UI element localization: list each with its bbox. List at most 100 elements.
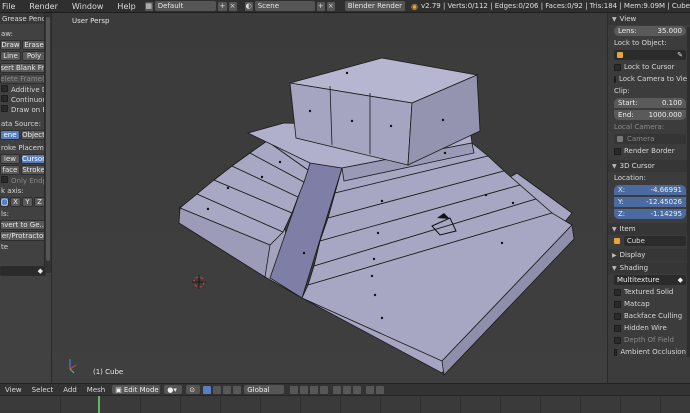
screen-layout-field[interactable]: Default: [154, 1, 217, 11]
opengl-anim-icon[interactable]: [376, 385, 385, 394]
depth-of-field-option[interactable]: Depth Of Field: [608, 334, 690, 346]
menu-select[interactable]: Select: [27, 386, 59, 394]
textured-solid-option[interactable]: Textured Solid: [608, 286, 690, 298]
cursor-x-field[interactable]: X: -4.66991: [614, 185, 686, 195]
placement-surface-button[interactable]: face: [0, 165, 20, 175]
clip-end-field[interactable]: End: 1000.000: [614, 110, 686, 120]
eyedropper-icon[interactable]: ✎: [677, 51, 683, 59]
shading-panel-header[interactable]: ▼ Shading: [608, 262, 690, 274]
convert-to-geometry-button[interactable]: nvert to Ge...: [0, 220, 46, 230]
proportional-edit-icon[interactable]: [333, 385, 342, 394]
rotate-manipulator-icon[interactable]: [223, 385, 232, 394]
hidden-wire-option[interactable]: Hidden Wire: [608, 322, 690, 334]
edge-select-icon[interactable]: [300, 385, 309, 394]
cursor-z-field[interactable]: Z: -1.14295: [614, 209, 686, 219]
lens-field[interactable]: Lens: 35.000: [614, 26, 686, 36]
add-screen-button[interactable]: +: [218, 1, 227, 11]
axis-y-button[interactable]: Y: [22, 197, 33, 207]
snap-toggle-icon[interactable]: [343, 385, 352, 394]
viewport-view-name: User Persp: [72, 17, 110, 25]
backface-culling-option[interactable]: Backface Culling: [608, 310, 690, 322]
continuous-checkbox[interactable]: [1, 95, 8, 102]
menu-view[interactable]: View: [0, 386, 27, 394]
line-button[interactable]: Line: [0, 51, 21, 61]
only-endpoints-checkbox[interactable]: [1, 176, 8, 183]
limit-selection-icon[interactable]: [320, 385, 329, 394]
properties-region: ▼ View Lens: 35.000 Lock to Object: ✎ Lock…: [607, 13, 690, 383]
menu-mesh[interactable]: Mesh: [82, 386, 110, 394]
cursor-y-field[interactable]: Y: -12.45026: [614, 197, 686, 207]
placement-cursor-button[interactable]: Cursor: [21, 154, 46, 164]
render-border-option[interactable]: Render Border: [608, 145, 690, 157]
ambient-occlusion-checkbox[interactable]: [614, 348, 618, 356]
ruler-protractor-button[interactable]: ler/Protractor: [0, 231, 46, 241]
lock-to-cursor-checkbox[interactable]: [614, 63, 621, 71]
insert-blank-frame-button[interactable]: nsert Blank Fr...: [0, 63, 46, 73]
scene-icon[interactable]: ◐: [244, 1, 253, 11]
scale-manipulator-icon[interactable]: [233, 385, 242, 394]
clip-start-field[interactable]: Start: 0.100: [614, 98, 686, 108]
manipulator-toggle-icon[interactable]: [203, 385, 212, 394]
ambient-occlusion-option[interactable]: Ambient Occlusion: [608, 346, 690, 358]
mode-dropdown[interactable]: ▣ Edit Mode: [112, 385, 161, 394]
add-scene-button[interactable]: +: [316, 1, 325, 11]
local-camera-field[interactable]: Camera: [614, 134, 686, 144]
translate-manipulator-icon[interactable]: [213, 385, 222, 394]
pivot-point-dropdown[interactable]: ⊙: [186, 385, 201, 394]
additive-checkbox[interactable]: [1, 85, 8, 92]
delete-frames-button[interactable]: Delete Frame(s): [0, 74, 46, 84]
lock-object-field[interactable]: ✎: [614, 50, 686, 60]
matcap-option[interactable]: Matcap: [608, 298, 690, 310]
render-border-checkbox[interactable]: [614, 147, 621, 155]
menu-file[interactable]: File: [0, 2, 22, 11]
opengl-render-icon[interactable]: [366, 385, 375, 394]
vertex-select-icon[interactable]: [290, 385, 299, 394]
matcap-checkbox[interactable]: [614, 300, 621, 308]
scene-stats: v2.79 | Verts:0/112 | Edges:0/206 | Face…: [421, 2, 690, 10]
draw-on-back-checkbox[interactable]: [1, 105, 8, 112]
menu-window[interactable]: Window: [65, 2, 111, 11]
textured-solid-checkbox[interactable]: [614, 288, 621, 296]
axis-none-button[interactable]: ◯: [0, 197, 9, 207]
object-icon: [617, 52, 623, 58]
poly-button[interactable]: Poly: [22, 51, 46, 61]
hidden-wire-checkbox[interactable]: [614, 324, 621, 332]
axis-x-button[interactable]: X: [10, 197, 21, 207]
3d-viewport[interactable]: User Persp (1) Cube: [52, 13, 607, 383]
item-name-field[interactable]: Cube: [623, 236, 686, 246]
delete-screen-button[interactable]: ×: [228, 1, 237, 11]
lock-camera-checkbox[interactable]: [614, 75, 616, 83]
draw-button[interactable]: Draw: [0, 40, 21, 50]
placement-view-button[interactable]: iew: [0, 154, 20, 164]
placement-stroke-button[interactable]: Stroke: [21, 165, 46, 175]
grease-pencil-title: Grease Pencil: [2, 14, 50, 23]
toolshelf-dropdown[interactable]: ◆: [0, 266, 46, 276]
source-object-button[interactable]: Object: [21, 130, 46, 140]
timeline[interactable]: [0, 395, 690, 413]
backface-culling-checkbox[interactable]: [614, 312, 621, 320]
screen-layout-icon[interactable]: ▦: [144, 1, 153, 11]
source-scene-button[interactable]: ene: [0, 130, 20, 140]
shading-mode-dropdown[interactable]: Multitexture ◆: [614, 275, 686, 285]
lock-to-cursor-option[interactable]: Lock to Cursor: [608, 61, 690, 73]
menu-add[interactable]: Add: [58, 386, 82, 394]
display-panel-header[interactable]: ▶ Display: [608, 249, 690, 261]
snap-element-icon[interactable]: [353, 385, 362, 394]
menu-help[interactable]: Help: [110, 2, 142, 11]
transform-orientation-dropdown[interactable]: Global: [244, 385, 285, 394]
delete-scene-button[interactable]: ×: [326, 1, 335, 11]
menu-render[interactable]: Render: [22, 2, 64, 11]
toolshelf-tab-strip[interactable]: [44, 13, 51, 273]
timeline-playhead[interactable]: [98, 396, 100, 413]
render-engine-dropdown[interactable]: Blender Render: [344, 1, 406, 11]
viewport-shading-dropdown[interactable]: ●▾: [164, 385, 183, 394]
blender-logo-icon: ◉: [411, 1, 418, 11]
3d-cursor-panel-header[interactable]: ▼ 3D Cursor: [608, 160, 690, 172]
erase-button[interactable]: Erase: [22, 40, 46, 50]
item-panel-header[interactable]: ▼ Item: [608, 223, 690, 235]
depth-of-field-checkbox[interactable]: [614, 336, 621, 344]
face-select-icon[interactable]: [310, 385, 319, 394]
view-panel-header[interactable]: ▼ View: [608, 13, 690, 25]
lock-camera-to-view-option[interactable]: Lock Camera to View: [608, 73, 690, 85]
scene-field[interactable]: Scene: [254, 1, 315, 11]
